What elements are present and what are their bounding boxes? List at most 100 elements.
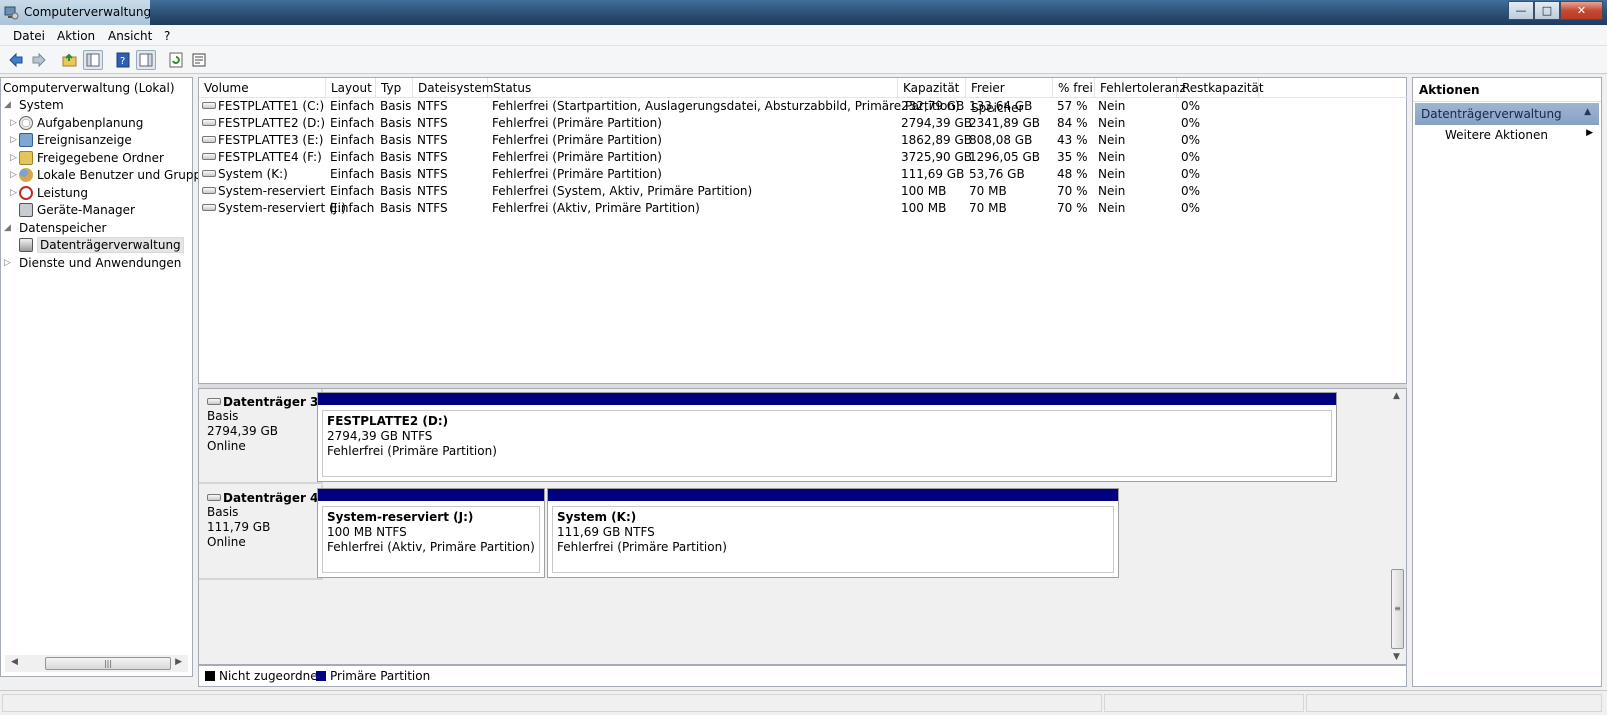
tree-item-ereignisanzeige[interactable]: Ereignisanzeige <box>19 132 132 149</box>
cell-kapazitaet: 3725,90 GB <box>901 150 972 164</box>
column-header-volume[interactable]: Volume <box>199 78 326 98</box>
scroll-up-icon[interactable]: ▲ <box>1393 391 1400 401</box>
table-row[interactable]: FESTPLATTE3 (E:) Einfach Basis NTFS Fehlerfr… <box>199 132 1408 149</box>
table-row[interactable]: System-reserviert Einfach Basis NTFS Fehlerf… <box>199 183 1408 200</box>
partition-details: System-reserviert (J:) 100 MB NTFS Fehle… <box>322 506 540 573</box>
cell-restkapazitaet: 0% <box>1181 133 1201 147</box>
tree-item-label: Datenspeicher <box>19 221 107 235</box>
tree-item-label: Datenträgerverwaltung <box>37 237 184 253</box>
disk-view-vertical-scrollbar[interactable]: ▲ ≡ ▼ <box>1389 389 1406 664</box>
cell-status: Fehlerfrei (Primäre Partition) <box>492 150 662 164</box>
cell-kapazitaet: 111,69 GB <box>901 167 965 181</box>
disk-label[interactable]: Datenträger 4 Basis 111,79 GB Online <box>199 485 323 580</box>
expand-arrow-icon[interactable]: ▷ <box>10 188 17 198</box>
cell-status: Fehlerfrei (Primäre Partition) <box>492 133 662 147</box>
tree-item-label: Freigegebene Ordner <box>37 151 164 165</box>
cell-status: Fehlerfrei (Primäre Partition) <box>492 167 662 181</box>
cell-dateisystem: NTFS <box>417 116 448 130</box>
show-hide-tree-icon[interactable] <box>83 50 103 70</box>
tree-item-aufgabenplanung[interactable]: Aufgabenplanung <box>19 115 143 132</box>
scroll-left-icon[interactable]: ◀ <box>11 657 18 667</box>
scroll-down-icon[interactable]: ▼ <box>1393 652 1400 662</box>
status-panel <box>1306 694 1602 712</box>
tree-item-freigegebene-ordner[interactable]: Freigegebene Ordner <box>19 150 164 167</box>
tree-item-datenspeicher[interactable]: Datenspeicher <box>19 220 106 237</box>
expand-arrow-icon[interactable]: ▷ <box>10 153 17 163</box>
tree-item-leistung[interactable]: Leistung <box>19 185 88 202</box>
maximize-button[interactable]: □ <box>1534 1 1560 20</box>
close-button[interactable]: ✕ <box>1560 1 1603 20</box>
tree-item-datentraegerverwaltung[interactable]: Datenträgerverwaltung <box>19 237 184 254</box>
cell-freier-speicher: 2341,89 GB <box>969 116 1040 130</box>
scrollbar-thumb[interactable]: ≡ <box>1391 569 1404 649</box>
partition-name: System (K:) <box>557 510 637 524</box>
tree-item-geraete-manager[interactable]: Geräte-Manager <box>19 202 135 219</box>
column-header-dateisystem[interactable]: Dateisystem <box>413 78 493 98</box>
column-header-freier-speicher[interactable]: Freier Speicher <box>966 78 1053 115</box>
column-header-status[interactable]: Status <box>488 78 898 98</box>
disk-name: Datenträger 3 <box>223 395 319 409</box>
shared-folder-icon <box>19 151 33 165</box>
scrollbar-thumb[interactable]: ||| <box>45 657 171 670</box>
collapse-arrow-icon[interactable]: ◢ <box>4 223 11 233</box>
cell-typ: Basis <box>380 201 412 215</box>
disk-management-icon <box>19 238 33 252</box>
table-row[interactable]: FESTPLATTE1 (C:) Einfach Basis NTFS Fehlerfr… <box>199 98 1408 115</box>
tree-item-dienste[interactable]: Dienste und Anwendungen <box>19 255 181 272</box>
tree-item-lokale-benutzer[interactable]: Lokale Benutzer und Gruppen <box>19 167 216 184</box>
collapse-up-icon[interactable]: ▲ <box>1584 107 1591 117</box>
menu-help[interactable]: ? <box>164 29 170 43</box>
cell-volume-text: System-reserviert (J:) <box>218 201 346 215</box>
tree-item-system[interactable]: System <box>19 97 64 114</box>
table-row[interactable]: System (K:) Einfach Basis NTFS Fehlerfrei (P… <box>199 166 1408 183</box>
column-header-prozent-frei[interactable]: % frei <box>1053 78 1095 98</box>
table-row[interactable]: System-reserviert (J:) Einfach Basis NTFS Fe… <box>199 200 1408 217</box>
table-row[interactable]: FESTPLATTE4 (F:) Einfach Basis NTFS Fehlerfr… <box>199 149 1408 166</box>
partition-block[interactable]: System-reserviert (J:) 100 MB NTFS Fehle… <box>317 488 545 578</box>
scroll-right-icon[interactable]: ▶ <box>175 657 182 667</box>
partition-name: System-reserviert (J:) <box>327 510 474 524</box>
refresh-icon[interactable] <box>166 50 186 70</box>
column-header-kapazitaet[interactable]: Kapazität <box>898 78 966 98</box>
partition-block[interactable]: FESTPLATTE2 (D:) 2794,39 GB NTFS Fehlerf… <box>317 392 1337 482</box>
volume-drive-icon <box>202 119 216 126</box>
column-header-restkapazitaet[interactable]: Restkapazität <box>1177 78 1264 98</box>
primary-partition-bar <box>318 393 1336 405</box>
cell-status: Fehlerfrei (System, Aktiv, Primäre Parti… <box>492 184 753 198</box>
cell-prozent-frei: 70 % <box>1057 184 1088 198</box>
disk-label[interactable]: Datenträger 3 Basis 2794,39 GB Online <box>199 389 323 484</box>
show-hide-action-pane-icon[interactable] <box>136 50 156 70</box>
window-controls: — □ ✕ <box>1508 1 1603 20</box>
properties-icon[interactable] <box>189 50 209 70</box>
cell-prozent-frei: 57 % <box>1057 99 1088 113</box>
menu-aktion[interactable]: Aktion <box>57 29 95 43</box>
actions-section-datentraegerverwaltung[interactable]: Datenträgerverwaltung ▲ <box>1415 103 1599 125</box>
tree-horizontal-scrollbar[interactable]: ◀ ||| ▶ <box>5 655 188 672</box>
tree-root[interactable]: Computerverwaltung (Lokal) <box>3 80 175 97</box>
collapse-arrow-icon[interactable]: ◢ <box>4 100 11 110</box>
weitere-aktionen-item[interactable]: Weitere Aktionen <box>1445 128 1548 142</box>
cell-volume: System-reserviert (J:) <box>202 200 346 217</box>
menu-datei[interactable]: Datei <box>13 29 45 43</box>
table-row[interactable]: FESTPLATTE2 (D:) Einfach Basis NTFS Fehlerfr… <box>199 115 1408 132</box>
expand-arrow-icon[interactable]: ▷ <box>10 170 17 180</box>
cell-restkapazitaet: 0% <box>1181 116 1201 130</box>
partition-name: FESTPLATTE2 (D:) <box>327 414 449 428</box>
back-icon[interactable] <box>6 50 26 70</box>
minimize-button[interactable]: — <box>1508 1 1534 20</box>
partition-size: 111,69 GB NTFS <box>557 525 655 539</box>
help-icon[interactable]: ? <box>113 50 133 70</box>
submenu-arrow-icon[interactable]: ▶ <box>1586 128 1593 138</box>
menu-ansicht[interactable]: Ansicht <box>108 29 152 43</box>
column-header-fehlertoleranz[interactable]: Fehlertoleranz <box>1095 78 1186 98</box>
column-header-layout[interactable]: Layout <box>326 78 376 98</box>
expand-arrow-icon[interactable]: ▷ <box>10 135 17 145</box>
partition-block[interactable]: System (K:) 111,69 GB NTFS Fehlerfrei (P… <box>547 488 1119 578</box>
forward-icon[interactable] <box>29 50 49 70</box>
expand-arrow-icon[interactable]: ▷ <box>4 258 11 268</box>
partition-status: Fehlerfrei (Primäre Partition) <box>327 444 497 458</box>
expand-arrow-icon[interactable]: ▷ <box>10 118 17 128</box>
partition-status: Fehlerfrei (Primäre Partition) <box>557 540 727 554</box>
up-folder-icon[interactable] <box>60 50 80 70</box>
column-header-typ[interactable]: Typ <box>376 78 413 98</box>
